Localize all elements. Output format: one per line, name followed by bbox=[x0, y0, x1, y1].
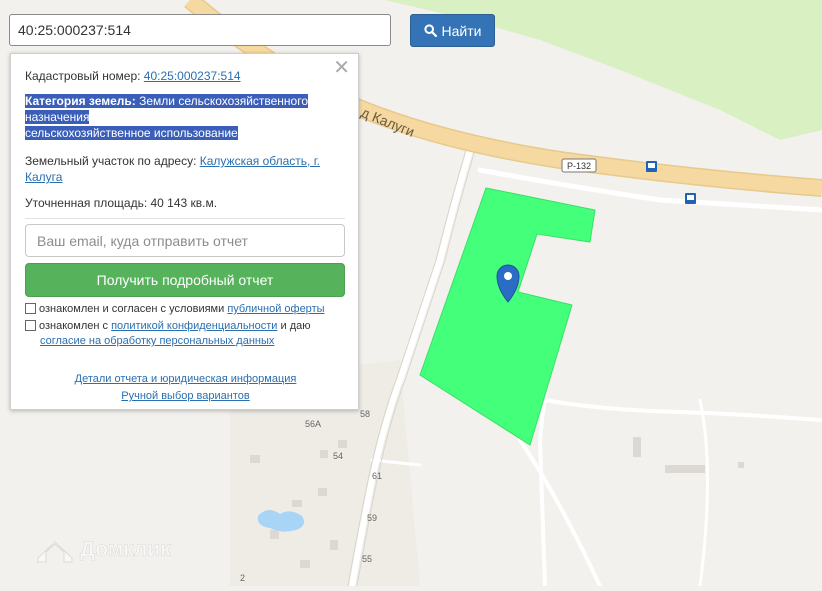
search-input[interactable] bbox=[9, 14, 391, 46]
divider bbox=[25, 218, 345, 219]
address-label: Земельный участок по адресу: bbox=[25, 154, 197, 168]
details-row: Детали отчета и юридическая информация bbox=[11, 373, 360, 385]
close-icon[interactable]: ✕ bbox=[333, 58, 350, 78]
address-link-line-2[interactable]: Калуга bbox=[25, 170, 62, 184]
address-link-line-1[interactable]: Калужская область, г. bbox=[200, 154, 320, 168]
category-value-line-3: сельскохозяйственное использование bbox=[25, 126, 238, 140]
area-value: 40 143 кв.м. bbox=[150, 196, 218, 210]
house-number-label: 54 bbox=[333, 451, 343, 461]
report-details-link[interactable]: Детали отчета и юридическая информация bbox=[75, 373, 297, 385]
bus-stop-icon bbox=[685, 193, 696, 204]
area-row: Уточненная площадь: 40 143 кв.м. bbox=[25, 195, 335, 211]
svg-text:Р-132: Р-132 bbox=[567, 161, 591, 171]
bus-stop-icon bbox=[646, 161, 657, 172]
house-number-label: 59 bbox=[367, 513, 377, 523]
category-value-line-2: назначения bbox=[25, 110, 90, 124]
cadastral-label: Кадастровый номер: bbox=[25, 69, 141, 83]
house-number-label: 2 bbox=[240, 573, 245, 583]
house-number-label: 58 bbox=[360, 409, 370, 419]
house-number-label: 55 bbox=[362, 554, 372, 564]
manual-row: Ручной выбор вариантов bbox=[11, 390, 360, 402]
privacy-consent-checkbox[interactable] bbox=[25, 320, 36, 331]
cadastral-row: Кадастровый номер: 40:25:000237:514 bbox=[25, 68, 335, 84]
parcel-info-popup: ✕ Кадастровый номер: 40:25:000237:514 Ка… bbox=[10, 53, 359, 410]
offer-consent-checkbox[interactable] bbox=[25, 303, 36, 314]
public-offer-link[interactable]: публичной оферты bbox=[227, 303, 324, 315]
privacy-consent-row: ознакомлен с политикой конфиденциальност… bbox=[25, 319, 345, 349]
cadastral-number-link[interactable]: 40:25:000237:514 bbox=[144, 69, 241, 83]
search-button[interactable]: Найти bbox=[410, 14, 495, 47]
search-icon bbox=[423, 24, 437, 37]
house-number-label: 61 bbox=[372, 471, 382, 481]
category-value-line-1: Земли сельскохозяйственного bbox=[139, 94, 309, 108]
address-row: Земельный участок по адресу: Калужская о… bbox=[25, 153, 335, 185]
email-field[interactable] bbox=[25, 224, 345, 257]
manual-selection-link[interactable]: Ручной выбор вариантов bbox=[121, 390, 249, 402]
search-button-label: Найти bbox=[441, 22, 482, 39]
category-label: Категория земель: bbox=[25, 94, 136, 108]
privacy-policy-link[interactable]: политикой конфиденциальности bbox=[111, 320, 277, 332]
privacy-consent-text-b: и даю bbox=[280, 320, 311, 332]
privacy-consent-text-a: ознакомлен с bbox=[39, 320, 109, 332]
offer-consent-row: ознакомлен и согласен с условиями публич… bbox=[25, 302, 345, 317]
area-label: Уточненная площадь: bbox=[25, 196, 148, 210]
personal-data-consent-link[interactable]: согласие на обработку персональных данны… bbox=[40, 335, 274, 347]
category-row: Категория земель: Земли сельскохозяйстве… bbox=[25, 93, 335, 141]
offer-consent-text: ознакомлен и согласен с условиями bbox=[39, 303, 225, 315]
get-report-button-label: Получить подробный отчет bbox=[96, 272, 274, 288]
get-report-button[interactable]: Получить подробный отчет bbox=[25, 263, 345, 297]
house-number-label: 56А bbox=[305, 419, 321, 429]
route-badge: Р-132 bbox=[561, 158, 597, 173]
svg-text:Домклик: Домклик bbox=[80, 538, 171, 561]
